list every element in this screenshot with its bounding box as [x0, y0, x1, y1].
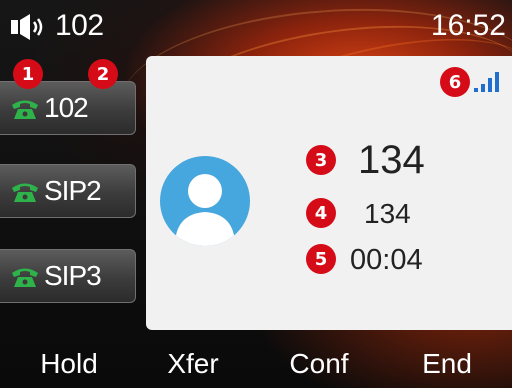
contact-avatar-icon	[160, 156, 250, 246]
softkey-bar: Hold Xfer Conf End	[0, 340, 512, 388]
call-info-panel: 134 134 00:04	[146, 56, 512, 330]
callout-badge-4: 4	[306, 198, 336, 228]
callout-badge-3: 3	[306, 145, 336, 175]
callout-badge-5: 5	[306, 244, 336, 274]
signal-strength-icon	[474, 72, 499, 92]
status-bar: 102 16:52	[0, 0, 512, 52]
speaker-volume-icon	[11, 14, 43, 40]
line-key-sip3[interactable]: SIP3	[0, 249, 136, 303]
phone-handset-icon	[12, 100, 38, 119]
line-key-102[interactable]: 102	[0, 81, 136, 135]
end-call-softkey[interactable]: End	[392, 346, 502, 382]
callout-badge-2: 2	[88, 59, 118, 89]
phone-handset-icon	[12, 268, 38, 287]
line-key-label: SIP2	[44, 175, 102, 206]
line-key-sip2[interactable]: SIP2	[0, 164, 136, 218]
callout-badge-1: 1	[13, 59, 43, 89]
caller-number: 134	[364, 198, 411, 229]
callout-badge-6: 6	[440, 67, 470, 97]
call-duration: 00:04	[350, 244, 423, 276]
line-key-label: 102	[44, 92, 89, 123]
caller-name: 134	[358, 138, 425, 182]
line-key-label: SIP3	[44, 260, 102, 291]
hold-softkey[interactable]: Hold	[14, 346, 124, 382]
status-clock: 16:52	[430, 9, 506, 42]
conference-softkey[interactable]: Conf	[264, 346, 374, 382]
phone-handset-icon	[12, 183, 38, 202]
status-line-number: 102	[55, 9, 104, 42]
transfer-softkey[interactable]: Xfer	[138, 346, 248, 382]
